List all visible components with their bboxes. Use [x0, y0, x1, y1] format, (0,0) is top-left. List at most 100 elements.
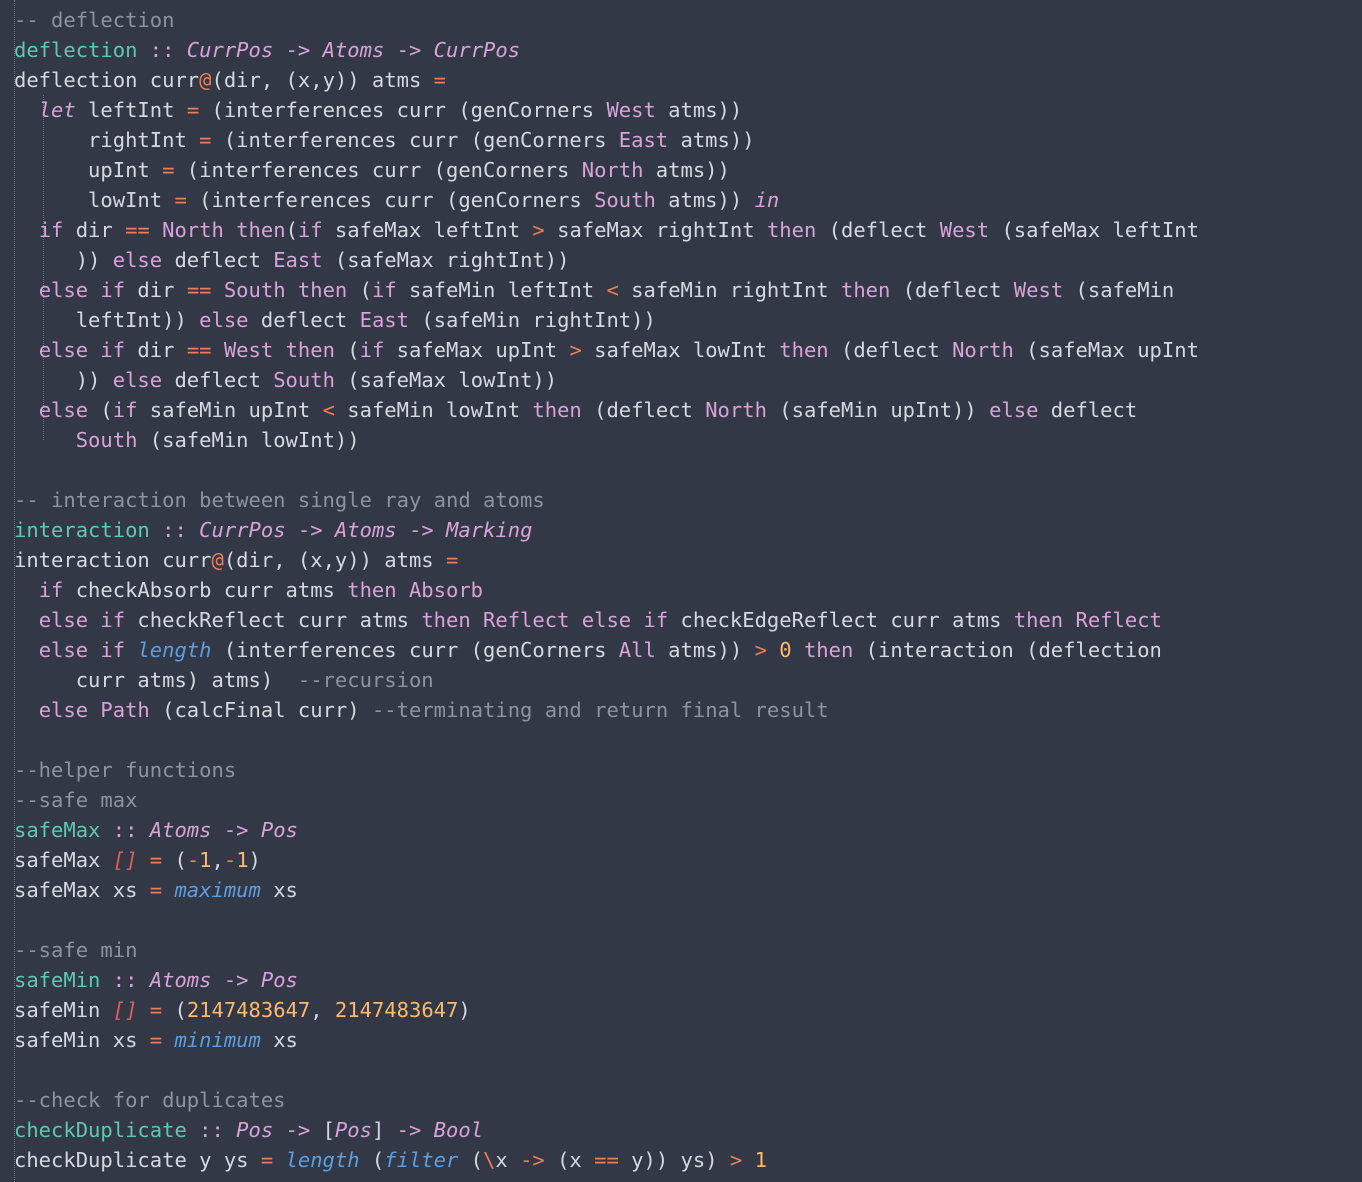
code-token: =	[186, 98, 200, 122]
code-line[interactable]: safeMin xs = minimum xs	[0, 1025, 1362, 1055]
code-token: safeMax leftInt	[322, 218, 533, 242]
code-token: Reflect	[1075, 608, 1162, 632]
code-line[interactable]: else if dir == South then (if safeMin le…	[0, 275, 1362, 305]
code-token: (	[162, 848, 187, 872]
code-line[interactable]: else if length (interferences curr (genC…	[0, 635, 1362, 665]
code-token: safeMax upInt	[384, 338, 570, 362]
code-editor-viewport[interactable]: -- deflection deflection :: CurrPos -> At…	[0, 0, 1362, 1182]
code-line[interactable]: --safe min	[0, 935, 1362, 965]
code-content[interactable]: -- deflection deflection :: CurrPos -> At…	[0, 5, 1362, 1175]
code-line[interactable]: curr atms) atms) --recursion	[0, 665, 1362, 695]
code-token: Bool	[433, 1118, 484, 1142]
code-token: checkDuplicate y ys	[14, 1148, 261, 1172]
code-line[interactable]: deflection :: CurrPos -> Atoms -> CurrPo…	[0, 35, 1362, 65]
code-token: else	[38, 698, 89, 722]
code-line[interactable]: )) else deflect East (safeMax rightInt))	[0, 245, 1362, 275]
code-token: if	[100, 638, 126, 662]
code-line[interactable]: else if dir == West then (if safeMax upI…	[0, 335, 1362, 365]
code-token: if	[643, 608, 669, 632]
code-token: length	[137, 638, 212, 662]
code-token: safeMin leftInt	[396, 278, 607, 302]
code-token: y)) ys)	[618, 1148, 730, 1172]
code-token: ::	[162, 518, 187, 542]
code-token: ))	[14, 248, 113, 272]
code-line[interactable]	[0, 905, 1362, 935]
code-token: if	[100, 278, 126, 302]
code-line[interactable]: safeMax xs = maximum xs	[0, 875, 1362, 905]
code-line[interactable]: safeMax [] = (-1,-1)	[0, 845, 1362, 875]
code-token: 2147483647	[186, 998, 311, 1022]
code-token: safeMin	[14, 968, 101, 992]
code-token: (safeMin	[1063, 278, 1175, 302]
code-line[interactable]: leftInt)) else deflect East (safeMin rig…	[0, 305, 1362, 335]
code-token: deflection	[14, 38, 138, 62]
code-line[interactable]	[0, 455, 1362, 485]
code-line[interactable]: else Path (calcFinal curr) --terminating…	[0, 695, 1362, 725]
code-line[interactable]: South (safeMin lowInt))	[0, 425, 1362, 455]
code-line[interactable]	[0, 725, 1362, 755]
code-token: Pos	[260, 968, 298, 992]
code-token: East	[618, 128, 669, 152]
code-token: []	[112, 848, 138, 872]
code-token: else	[38, 398, 89, 422]
code-line[interactable]: -- interaction between single ray and at…	[0, 485, 1362, 515]
code-line[interactable]: safeMax :: Atoms -> Pos	[0, 815, 1362, 845]
code-line[interactable]	[0, 1055, 1362, 1085]
code-token: safeMax	[14, 818, 101, 842]
code-line[interactable]: checkDuplicate :: Pos -> [Pos] -> Bool	[0, 1115, 1362, 1145]
code-line[interactable]: --helper functions	[0, 755, 1362, 785]
code-token: Atoms	[149, 818, 212, 842]
code-line[interactable]: --safe max	[0, 785, 1362, 815]
code-token: Atoms	[334, 518, 397, 542]
code-token: (safeMax lowInt))	[334, 368, 558, 392]
code-line[interactable]: checkDuplicate y ys = length (filter (\x…	[0, 1145, 1362, 1175]
code-token: ,	[310, 998, 335, 1022]
code-line[interactable]: interaction :: CurrPos -> Atoms -> Marki…	[0, 515, 1362, 545]
code-token: dir	[125, 278, 187, 302]
code-line[interactable]: )) else deflect South (safeMax lowInt))	[0, 365, 1362, 395]
code-line[interactable]: else if checkReflect curr atms then Refl…	[0, 605, 1362, 635]
code-token: (	[162, 998, 187, 1022]
code-token: -- interaction between single ray and at…	[14, 488, 545, 512]
code-token: =	[149, 1028, 163, 1052]
code-line[interactable]: if checkAbsorb curr atms then Absorb	[0, 575, 1362, 605]
code-token: ]	[371, 1118, 397, 1142]
code-token: =	[433, 68, 446, 92]
code-line[interactable]: if dir == North then(if safeMax leftInt …	[0, 215, 1362, 245]
code-token: North	[705, 398, 767, 422]
code-token: =	[199, 128, 212, 152]
code-line[interactable]: let leftInt = (interferences curr (genCo…	[0, 95, 1362, 125]
code-line[interactable]: --check for duplicates	[0, 1085, 1362, 1115]
code-token: safeMax xs	[14, 878, 150, 902]
code-line[interactable]: else (if safeMin upInt < safeMin lowInt …	[0, 395, 1362, 425]
code-line[interactable]: -- deflection	[0, 5, 1362, 35]
code-token: curr atms) atms)	[14, 668, 298, 692]
code-token: (interferences curr (genCorners	[186, 188, 595, 212]
code-line[interactable]: deflection curr@(dir, (x,y)) atms =	[0, 65, 1362, 95]
code-token: --recursion	[297, 668, 434, 692]
code-line[interactable]: safeMin :: Atoms -> Pos	[0, 965, 1362, 995]
code-token: (interferences curr (genCorners	[211, 638, 619, 662]
code-token: =	[149, 848, 163, 872]
code-token: ->	[285, 38, 311, 62]
code-line[interactable]: interaction curr@(dir, (x,y)) atms =	[0, 545, 1362, 575]
code-token: East	[273, 248, 323, 272]
code-token: lowInt	[14, 188, 175, 212]
code-token: xs	[260, 878, 298, 902]
code-line[interactable]: lowInt = (interferences curr (genCorners…	[0, 185, 1362, 215]
code-line[interactable]: upInt = (interferences curr (genCorners …	[0, 155, 1362, 185]
code-line[interactable]: rightInt = (interferences curr (genCorne…	[0, 125, 1362, 155]
code-line[interactable]: safeMin [] = (2147483647, 2147483647)	[0, 995, 1362, 1025]
code-token: interaction curr	[14, 548, 212, 572]
code-token: then	[532, 398, 582, 422]
